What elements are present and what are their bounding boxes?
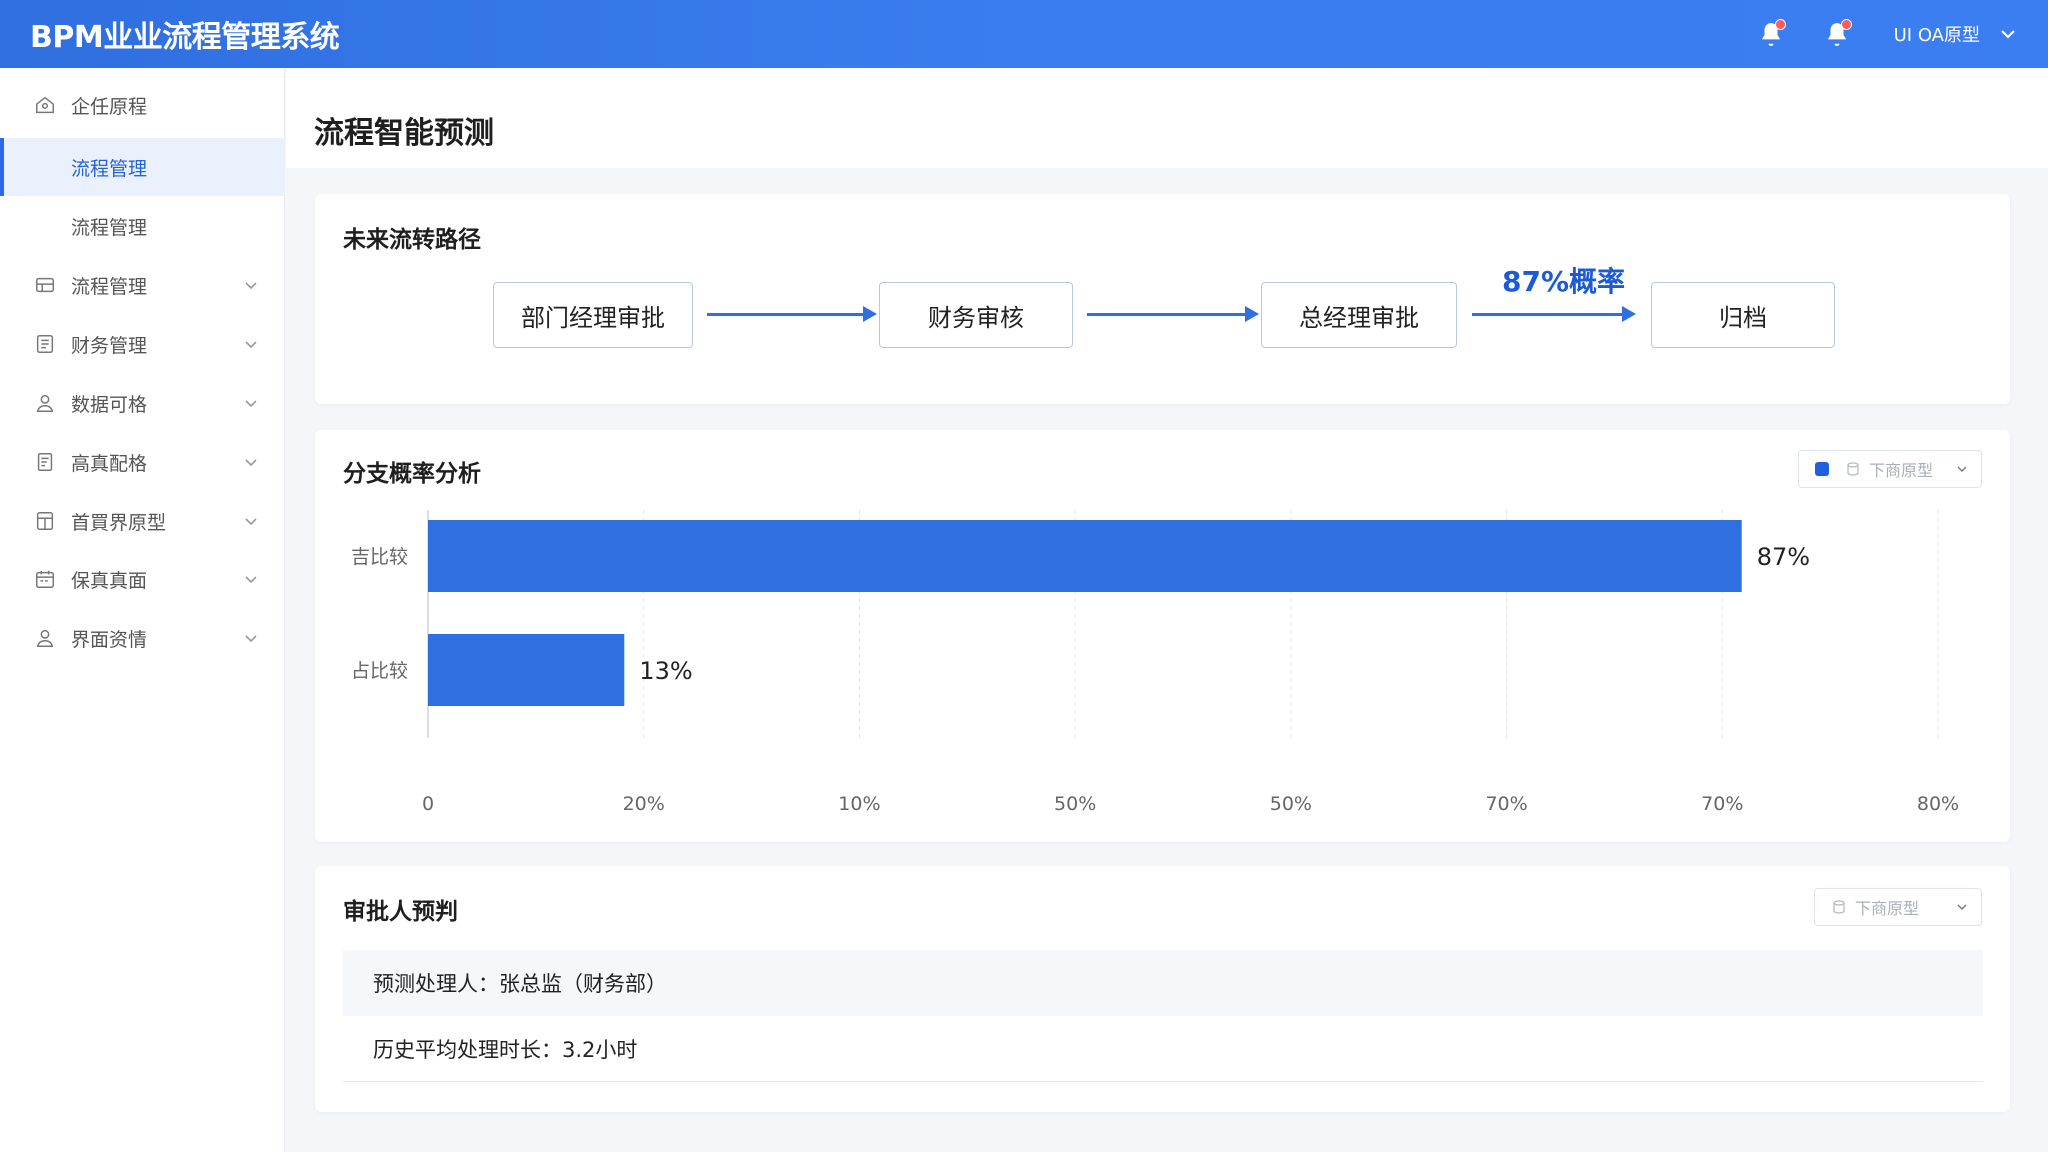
user-icon bbox=[34, 627, 56, 649]
approver-prediction-card: 审批人预判 下商原型 预测处理人：张总监（财务部） 历史平均处理时长：3.2小时 bbox=[315, 866, 2010, 1112]
page-title: 流程智能预测 bbox=[314, 116, 494, 151]
sidebar-item-details[interactable]: 界面资情 bbox=[0, 609, 285, 667]
calendar-icon bbox=[34, 568, 56, 590]
layout-icon bbox=[34, 510, 56, 532]
sidebar-item-label: 高真配格 bbox=[71, 452, 148, 475]
path-node[interactable]: 部门经理审批 bbox=[493, 282, 693, 348]
bell-icon[interactable] bbox=[1754, 17, 1788, 51]
bar bbox=[428, 634, 625, 706]
branch-probability-card: 分支概率分析 下商原型 0 20% 10% 50% 50% 70% 70% 80% 87% 吉比较… bbox=[315, 430, 2010, 842]
x-tick-label: 70% bbox=[1485, 793, 1527, 815]
path-node[interactable]: 总经理审批 bbox=[1261, 282, 1457, 348]
sidebar-item-process[interactable]: 流程管理 bbox=[0, 197, 285, 255]
user-icon bbox=[34, 392, 56, 414]
path-node[interactable]: 归档 bbox=[1651, 282, 1835, 348]
card-title: 未来流转路径 bbox=[343, 227, 481, 253]
future-path-card: 未来流转路径 部门经理审批 财务审核 总经理审批 87%概率 归档 bbox=[315, 194, 2010, 404]
sidebar-item-process-active[interactable]: 流程管理 bbox=[0, 138, 285, 196]
sidebar-item-label: 财务管理 bbox=[71, 334, 148, 357]
page-header: 流程智能预测 bbox=[286, 68, 2048, 168]
bar bbox=[428, 520, 1742, 592]
sidebar-item-prototype[interactable]: 首買界原型 bbox=[0, 492, 285, 550]
arrow-right-icon bbox=[1087, 306, 1259, 322]
notification-badge bbox=[1840, 19, 1852, 30]
sidebar-item-process-group[interactable]: 流程管理 bbox=[0, 256, 285, 314]
arrow-right-icon bbox=[707, 306, 877, 322]
flow-icon bbox=[34, 274, 56, 296]
chevron-down-icon bbox=[245, 282, 257, 290]
x-tick-label: 70% bbox=[1701, 793, 1743, 815]
sidebar-item-label: 首買界原型 bbox=[71, 511, 167, 534]
sidebar-item-label: 流程管理 bbox=[71, 157, 148, 180]
dropdown-label: 下商原型 bbox=[1855, 899, 1920, 918]
sidebar-item-label: 流程管理 bbox=[71, 216, 148, 239]
chevron-down-icon bbox=[1957, 904, 1967, 910]
chevron-down-icon bbox=[245, 459, 257, 467]
bar-value-label: 87% bbox=[1757, 543, 1810, 571]
sidebar-item-label: 数据可格 bbox=[71, 393, 148, 416]
chevron-down-icon bbox=[245, 400, 257, 408]
chevron-down-icon bbox=[245, 341, 257, 349]
list-item: 预测处理人：张总监（财务部） bbox=[343, 950, 1983, 1016]
x-tick-label: 50% bbox=[1054, 793, 1096, 815]
app-title: BPM业业流程管理系统 bbox=[30, 20, 340, 55]
sidebar-item-label: 保真真面 bbox=[71, 569, 148, 592]
probability-label: 87%概率 bbox=[1502, 265, 1626, 298]
avg-duration-text: 历史平均处理时长：3.2小时 bbox=[373, 1037, 638, 1062]
card-title: 审批人预判 bbox=[343, 899, 458, 925]
x-tick-label: 0 bbox=[422, 793, 434, 815]
document-icon bbox=[34, 451, 56, 473]
branch-bar-chart: 0 20% 10% 50% 50% 70% 70% 80% 87% 吉比较 13% 占比较 bbox=[351, 510, 1959, 815]
x-tick-label: 50% bbox=[1270, 793, 1312, 815]
notification-badge bbox=[1774, 19, 1786, 30]
chevron-down-icon bbox=[245, 635, 257, 643]
x-tick-label: 20% bbox=[623, 793, 665, 815]
path-node[interactable]: 财务审核 bbox=[879, 282, 1073, 348]
sidebar-item-label: 企任原程 bbox=[71, 95, 148, 118]
chevron-down-icon[interactable] bbox=[1998, 24, 2018, 44]
approver-text: 预测处理人：张总监（财务部） bbox=[373, 972, 667, 996]
sidebar-item-hifi[interactable]: 高真配格 bbox=[0, 433, 285, 491]
sidebar-item-finance[interactable]: 财务管理 bbox=[0, 315, 285, 373]
sidebar-item-data[interactable]: 数据可格 bbox=[0, 374, 285, 432]
sidebar-item-label: 流程管理 bbox=[71, 275, 148, 298]
sidebar-item-page[interactable]: 保真真面 bbox=[0, 550, 285, 608]
chevron-down-icon bbox=[245, 576, 257, 584]
x-tick-label: 80% bbox=[1917, 793, 1959, 815]
top-bar: BPM业业流程管理系统 UI OA原型 bbox=[0, 0, 2048, 68]
approver-dropdown[interactable]: 下商原型 bbox=[1814, 888, 1982, 926]
sidebar-item-label: 界面资情 bbox=[71, 628, 148, 651]
bar-value-label: 13% bbox=[639, 657, 692, 685]
user-menu-label[interactable]: UI OA原型 bbox=[1894, 21, 1980, 47]
finance-icon bbox=[34, 333, 56, 355]
database-icon bbox=[1833, 900, 1845, 914]
chevron-down-icon bbox=[245, 518, 257, 526]
home-icon bbox=[34, 94, 56, 116]
sidebar: 企任原程 流程管理 流程管理 流程管理 财务管理 数据可格 高真配格 首買界原型… bbox=[0, 68, 285, 1152]
y-category-label: 占比较 bbox=[351, 660, 408, 682]
y-category-label: 吉比较 bbox=[351, 546, 408, 568]
header-actions: UI OA原型 bbox=[1754, 0, 2018, 68]
arrow-right-icon bbox=[1472, 306, 1636, 322]
bell-icon[interactable] bbox=[1820, 17, 1854, 51]
list-item: 历史平均处理时长：3.2小时 bbox=[343, 1016, 1983, 1082]
x-tick-label: 10% bbox=[838, 793, 880, 815]
sidebar-item-home[interactable]: 企任原程 bbox=[0, 76, 285, 134]
